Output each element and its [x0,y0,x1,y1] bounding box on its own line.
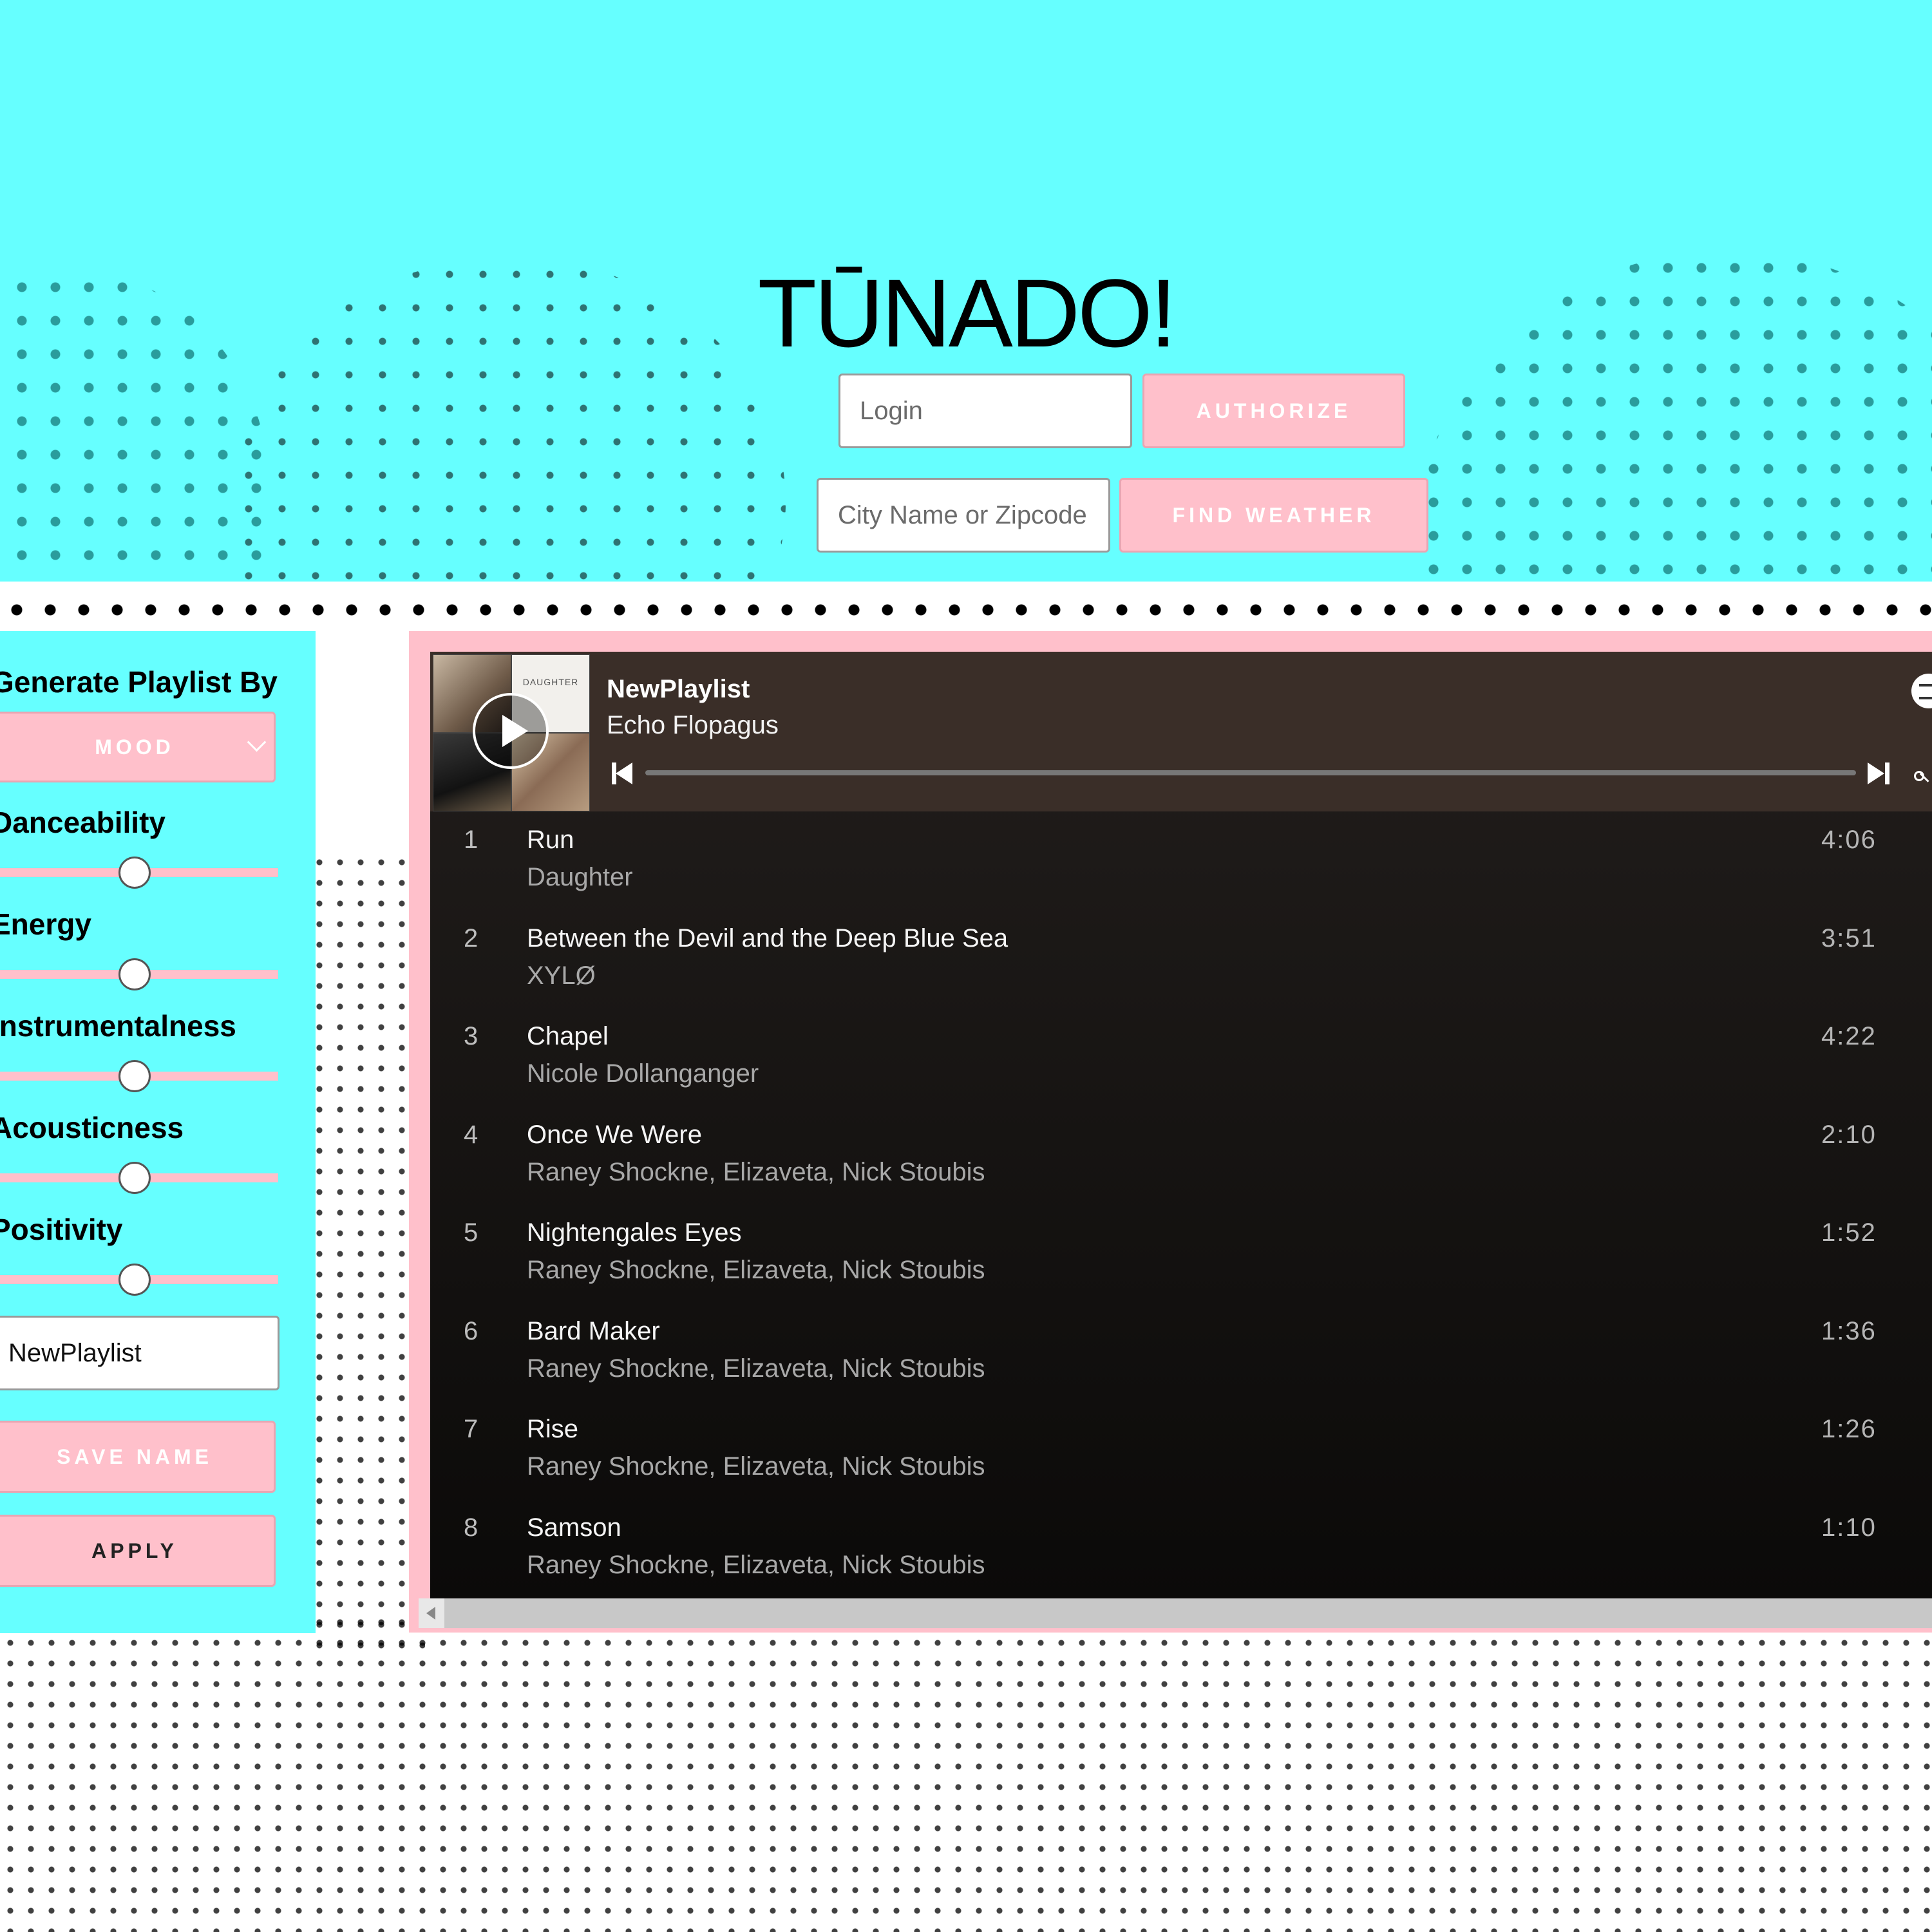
acousticness-label: Acousticness [0,1111,184,1144]
track-duration: 3:51 [1821,923,1877,952]
apply-button[interactable]: APPLY [0,1515,276,1587]
track-artist: XYLØ [527,961,596,990]
track-row[interactable]: 2 Between the Devil and the Deep Blue Se… [430,910,1932,1009]
playlist-name: NewPlaylist [607,675,750,703]
play-icon[interactable] [473,693,549,769]
acousticness-slider-thumb[interactable] [118,1162,151,1194]
energy-slider-thumb[interactable] [118,958,151,990]
instrumentalness-slider-thumb[interactable] [118,1060,151,1092]
track-title: Chapel [527,1022,609,1050]
danceability-slider-thumb[interactable] [118,857,151,889]
energy-slider[interactable] [0,958,278,990]
track-number: 3 [464,1022,478,1050]
player-header: DAUGHTER NewPlaylist Echo Flopagus [430,652,1932,811]
track-duration: 1:26 [1821,1415,1877,1443]
prev-icon[interactable] [612,762,634,784]
halftone-dots-right [1417,251,1932,582]
track-title: Nightengales Eyes [527,1218,742,1247]
track-row[interactable]: 7 Rise Raney Shockne, Elizaveta, Nick St… [430,1401,1932,1499]
track-number: 4 [464,1120,478,1149]
mood-select[interactable]: MOOD [0,712,276,782]
positivity-slider-thumb[interactable] [118,1264,151,1296]
track-artist: Raney Shockne, Elizaveta, Nick Stoubis [527,1157,985,1186]
app-title: TŪNADO! [757,259,1177,367]
track-number: 1 [464,826,478,854]
positivity-label: Positivity [0,1213,123,1246]
track-title: Samson [527,1513,621,1542]
track-row[interactable]: 1 Run Daughter 4:06 [430,811,1932,910]
track-artist: Nicole Dollanganger [527,1059,759,1088]
spotify-icon[interactable] [1911,674,1932,708]
track-duration: 4:22 [1821,1022,1877,1050]
track-duration: 4:06 [1821,826,1877,854]
track-duration: 2:10 [1821,1120,1877,1149]
save-name-button[interactable]: SAVE NAME [0,1421,276,1493]
track-number: 6 [464,1316,478,1345]
horizontal-scrollbar[interactable] [419,1598,1932,1628]
generate-playlist-label: Generate Playlist By [0,665,278,699]
track-duration: 1:10 [1821,1513,1877,1542]
track-row[interactable]: 6 Bard Maker Raney Shockne, Elizaveta, N… [430,1303,1932,1401]
track-number: 5 [464,1218,478,1247]
halftone-dots-mid [309,852,425,1651]
track-number: 2 [464,923,478,952]
track-number: 7 [464,1415,478,1443]
track-duration: 1:52 [1821,1218,1877,1247]
danceability-label: Danceability [0,806,166,839]
instrumentalness-slider[interactable] [0,1060,278,1092]
energy-label: Energy [0,907,91,941]
track-artist: Raney Shockne, Elizaveta, Nick Stoubis [527,1550,985,1579]
playlist-name-input[interactable]: NewPlaylist [0,1316,279,1390]
track-row[interactable]: 4 Once We Were Raney Shockne, Elizaveta,… [430,1106,1932,1205]
track-title: Between the Devil and the Deep Blue Sea [527,923,1009,952]
track-title: Bard Maker [527,1316,660,1345]
track-title: Rise [527,1415,579,1443]
track-artist: Raney Shockne, Elizaveta, Nick Stoubis [527,1354,985,1383]
instrumentalness-label: Instrumentalness [0,1009,236,1043]
track-title: Once We Were [527,1120,702,1149]
spotify-player: DAUGHTER NewPlaylist Echo Flopagus 1 Run… [430,652,1932,1598]
track-row[interactable]: 5 Nightengales Eyes Raney Shockne, Eliza… [430,1204,1932,1303]
track-number: 8 [464,1513,478,1542]
track-duration: 1:36 [1821,1316,1877,1345]
track-artist: Daughter [527,863,633,891]
authorize-button[interactable]: AUTHORIZE [1142,374,1405,448]
halftone-dots-left [0,270,270,582]
danceability-slider[interactable] [0,857,278,889]
track-row[interactable]: 3 Chapel Nicole Dollanganger 4:22 [430,1008,1932,1106]
next-icon[interactable] [1868,762,1889,784]
halftone-dots-lower [0,1612,1932,1932]
acousticness-slider[interactable] [0,1162,278,1194]
share-icon[interactable] [1914,765,1932,784]
track-row[interactable]: 8 Samson Raney Shockne, Elizaveta, Nick … [430,1499,1932,1598]
login-input[interactable]: Login [838,374,1132,448]
login-placeholder: Login [860,396,923,425]
track-list: 1 Run Daughter 4:06 2 Between the Devil … [430,811,1932,1597]
mood-select-value: MOOD [95,735,175,759]
dot-row-divider [0,599,1932,621]
playlist-name-value: NewPlaylist [8,1338,142,1367]
positivity-slider[interactable] [0,1264,278,1296]
track-title: Run [527,826,574,854]
scroll-left-arrow-icon[interactable] [419,1598,444,1628]
track-artist: Raney Shockne, Elizaveta, Nick Stoubis [527,1256,985,1284]
city-placeholder: City Name or Zipcode [838,500,1087,529]
progress-bar[interactable] [645,770,1856,775]
find-weather-button[interactable]: FIND WEATHER [1119,478,1428,553]
city-input[interactable]: City Name or Zipcode [817,478,1110,553]
chevron-down-icon [247,732,267,752]
playlist-owner: Echo Flopagus [607,711,779,739]
track-artist: Raney Shockne, Elizaveta, Nick Stoubis [527,1452,985,1481]
